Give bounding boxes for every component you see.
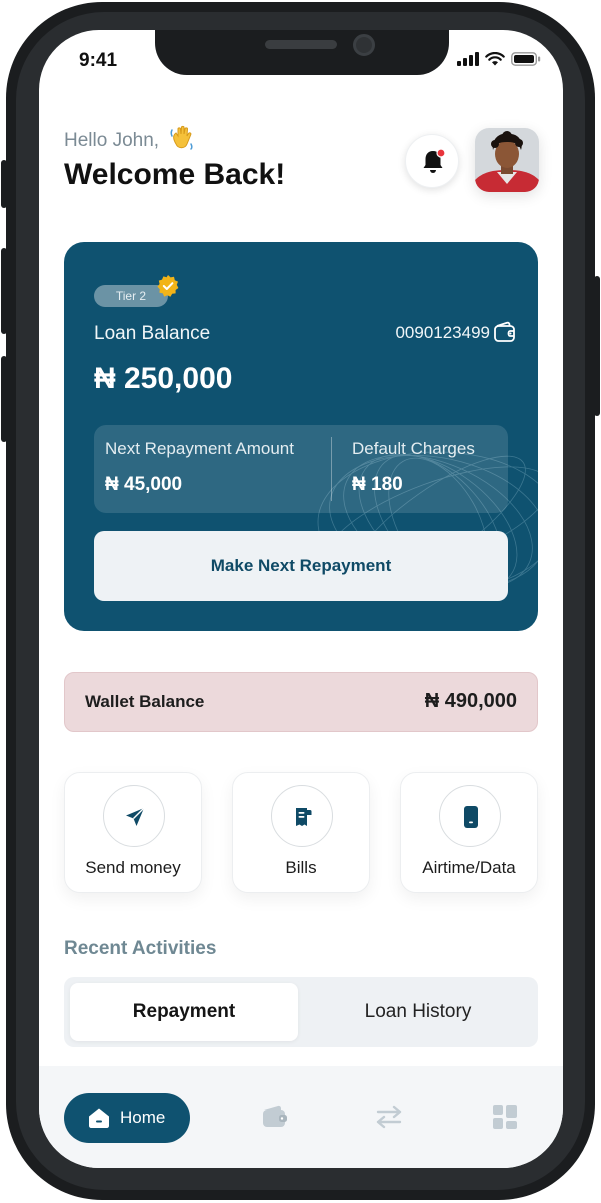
wallet-balance-bar: Wallet Balance ₦ 490,000 [64, 672, 538, 732]
nav-home[interactable]: Home [64, 1093, 190, 1143]
bills-label: Bills [285, 858, 317, 877]
default-charges-label: Default Charges [352, 439, 475, 458]
tab-loan-history[interactable]: Loan History [304, 983, 532, 1041]
wallet-copy-icon[interactable] [492, 320, 518, 346]
nav-home-label: Home [120, 1108, 166, 1127]
next-repayment-label: Next Repayment Amount [105, 439, 294, 458]
avatar[interactable] [475, 128, 539, 192]
wallet-icon[interactable] [261, 1104, 289, 1130]
phone-icon [464, 806, 478, 828]
loan-card: Tier 2 Loan Balance 0090123499 ₦ 250,000… [64, 242, 538, 631]
signal-icon [457, 52, 479, 66]
home-icon [89, 1108, 109, 1128]
waving-hand-icon [170, 125, 193, 150]
airtime-data-button[interactable]: Airtime/Data [400, 772, 538, 893]
send-money-label: Send money [85, 858, 181, 877]
verified-badge-icon [157, 275, 179, 297]
summary-divider [331, 437, 332, 501]
account-number: 0090123499 [395, 323, 490, 342]
loan-balance-amount: ₦ 250,000 [94, 362, 233, 395]
airtime-data-label: Airtime/Data [422, 858, 516, 877]
greeting-text: Hello John, [64, 130, 160, 151]
volume-up-button [1, 248, 7, 334]
speaker [265, 40, 337, 49]
greeting: Hello John, [64, 124, 196, 152]
next-repayment-amount: ₦ 45,000 [105, 474, 183, 495]
transfer-icon[interactable] [375, 1104, 403, 1130]
battery-icon [511, 52, 541, 66]
airtime-icon-circle [439, 785, 501, 847]
make-repayment-button[interactable]: Make Next Repayment [94, 531, 508, 601]
mute-switch [1, 160, 7, 208]
wallet-balance-amount: ₦ 490,000 [424, 690, 517, 712]
status-icons [457, 52, 541, 66]
tab-repayment[interactable]: Repayment [70, 983, 298, 1041]
default-charges-amount: ₦ 180 [352, 474, 403, 495]
wallet-balance-label: Wallet Balance [85, 692, 205, 711]
bottom-nav: Home [39, 1066, 563, 1168]
send-money-button[interactable]: Send money [64, 772, 202, 893]
send-money-icon-circle [103, 785, 165, 847]
notification-button[interactable] [405, 134, 459, 188]
front-camera [353, 34, 375, 56]
screen: 9:41 Hello John, Welcome Back! Tier 2 Lo… [39, 30, 563, 1168]
wifi-icon [485, 52, 505, 66]
bill-icon [296, 808, 312, 826]
activity-tabs: Repayment Loan History [64, 977, 538, 1047]
repayment-summary: Next Repayment Amount ₦ 45,000 Default C… [94, 425, 508, 513]
status-time: 9:41 [79, 50, 118, 71]
bills-icon-circle [271, 785, 333, 847]
recent-activities-title: Recent Activities [64, 938, 217, 959]
bell-icon [423, 148, 446, 173]
loan-balance-label: Loan Balance [94, 323, 211, 344]
notch [155, 30, 449, 75]
volume-down-button [1, 356, 7, 442]
user-photo [475, 128, 539, 192]
power-button [594, 276, 600, 416]
send-icon [126, 807, 145, 826]
bills-button[interactable]: Bills [232, 772, 370, 893]
page-title: Welcome Back! [64, 158, 286, 191]
menu-grid-icon[interactable] [492, 1104, 518, 1130]
